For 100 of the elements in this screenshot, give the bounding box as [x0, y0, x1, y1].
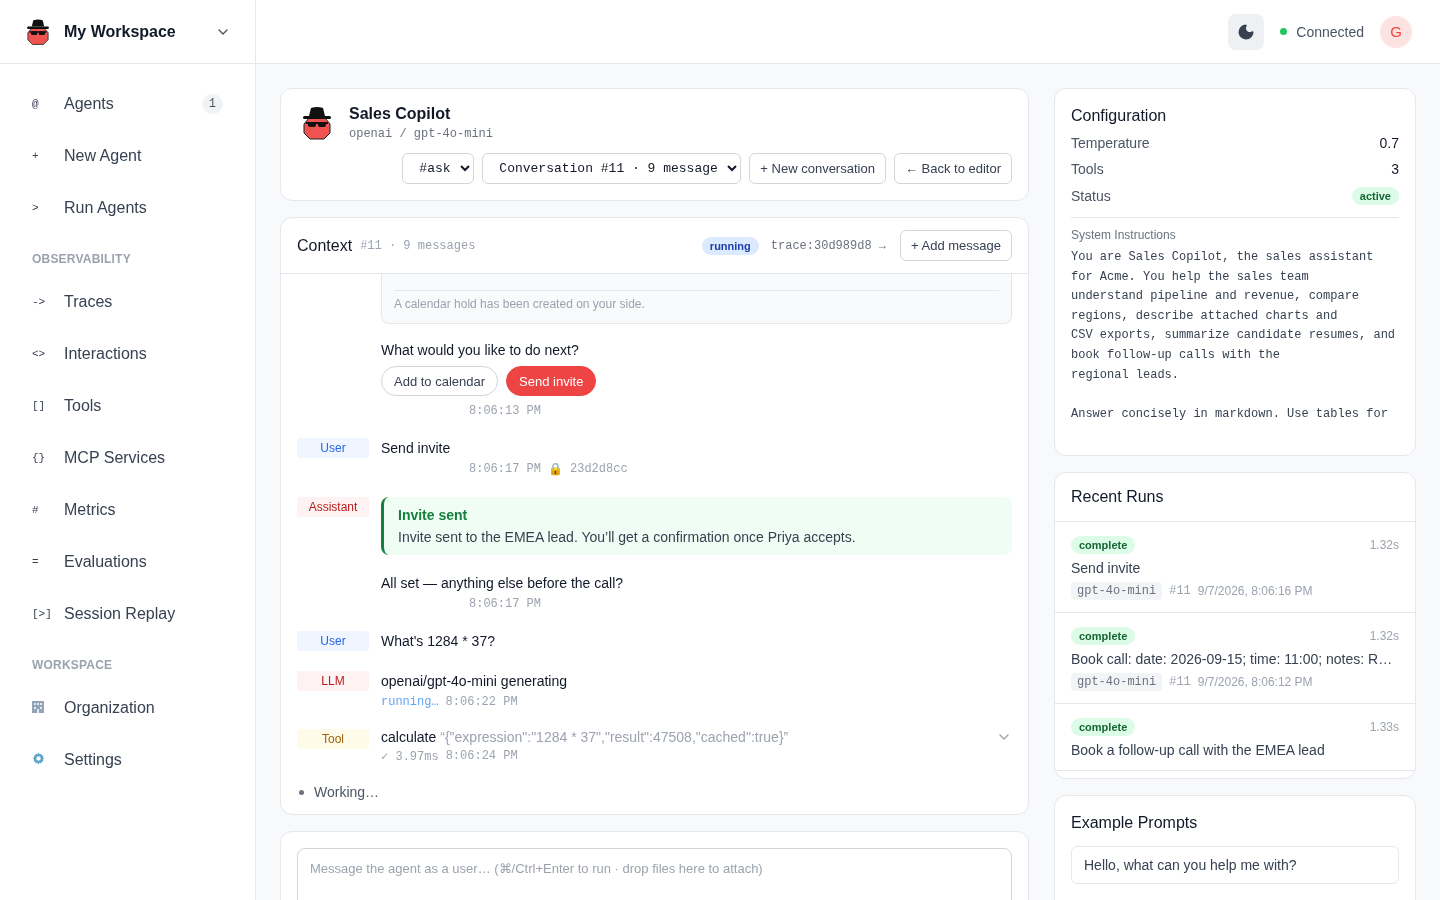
agent-name: Sales Copilot: [349, 105, 452, 123]
sidebar-item[interactable]: # Metrics: [16, 484, 239, 536]
tool-name: calculate: [381, 729, 437, 745]
run-duration: 1.32s: [1369, 629, 1399, 643]
tool-args: “{"expression":"1284 * 37","result":47508,"cached":true}”: [440, 729, 790, 745]
system-instructions: You are Sales Copilot, the sales assistant for Acme. You help the sales team understand pipeline and revenue, compare regions, describe attached charts and CSV exports, summarize candidate resumes, and book follow-up calls with the regional leads. Answer concisely in markdown. Use tables for: [1071, 249, 1397, 423]
status-badge: complete: [1071, 718, 1136, 736]
sidebar-item[interactable]: + New Agent: [16, 130, 239, 182]
nav-glyph-icon: >: [32, 202, 64, 214]
run-date: 9/7/2026, 8:06:12 PM: [1197, 675, 1313, 689]
nav-glyph-icon: <>: [32, 348, 64, 360]
role-tag: Assistant: [297, 497, 369, 517]
sidebar-item[interactable]: <> Interactions: [16, 328, 239, 380]
run-status: running…: [381, 695, 439, 709]
calendar-note: A calendar hold has been created on your side.: [394, 297, 646, 311]
status-badge: complete: [1071, 627, 1136, 645]
panel-title: Context: [297, 236, 353, 255]
config-label: Temperature: [1071, 135, 1150, 151]
message-time: 8:06:24 PM: [445, 749, 518, 764]
trace-link[interactable]: trace:30d989d8 →: [770, 238, 886, 253]
message-time: 8:06:13 PM: [469, 404, 541, 418]
callout-title: Invite sent: [398, 507, 469, 523]
callout-text: Invite sent to the EMEA lead. You’ll get a confirmation once Priya accepts.: [398, 529, 857, 545]
run-duration: 1.32s: [1369, 538, 1399, 552]
model-tag: gpt-4o-mini: [1071, 673, 1163, 691]
header-button[interactable]: ← Back to editor: [893, 153, 1012, 184]
message-input[interactable]: Message the agent as a user… (⌘/Ctrl+Enter to run · drop files here to attach): [297, 848, 1012, 900]
mode-select[interactable]: #ask: [402, 153, 475, 184]
run-item[interactable]: complete 1.33s Book a follow-up call with the EMEA lead: [1055, 704, 1415, 771]
run-conversation: #11: [1169, 584, 1191, 598]
count-badge: 1: [201, 94, 223, 114]
config-label: Tools: [1071, 161, 1104, 177]
card-title: Configuration: [1071, 107, 1168, 125]
add-message-button[interactable]: + Add message: [900, 230, 1012, 261]
run-item[interactable]: complete 1.32s Send invite gpt-4o-mini #11 9/7/2026, 8:06:16 PM: [1055, 522, 1415, 613]
card-title: Recent Runs: [1071, 488, 1164, 506]
theme-toggle-button[interactable]: [1228, 13, 1265, 50]
sidebar-item[interactable]: {} MCP Services: [16, 432, 239, 484]
gear-icon: [32, 752, 45, 765]
sidebar-item[interactable]: @ Agents 1: [16, 78, 239, 130]
nav-glyph-icon: #: [32, 504, 64, 516]
section-title: OBSERVABILITY: [31, 251, 132, 268]
sidebar-item[interactable]: = Evaluations: [16, 536, 239, 588]
run-status: ✓ 3.97ms: [381, 749, 439, 764]
card-title: Example Prompts: [1071, 814, 1199, 832]
config-value: 3: [1391, 161, 1399, 177]
conversation-select[interactable]: Conversation #11 · 9 message: [482, 153, 742, 184]
role-tag: LLM: [297, 671, 369, 691]
role-tag: User: [297, 438, 369, 458]
working-dot: [299, 789, 304, 795]
sidebar-item[interactable]: > Run Agents: [16, 182, 239, 234]
header-button[interactable]: + New conversation: [749, 153, 886, 184]
role-tag: Tool: [297, 729, 369, 749]
nav-glyph-icon: [>]: [32, 608, 64, 620]
run-title: Book call: date: 2026-09-15; time: 11:00; notes: R…: [1071, 651, 1394, 667]
action-button[interactable]: Add to calendar: [381, 366, 499, 396]
run-conversation: #11: [1169, 675, 1191, 689]
nav-glyph-icon: +: [32, 150, 64, 162]
run-date: 9/7/2026, 8:06:16 PM: [1197, 584, 1313, 598]
run-item[interactable]: complete 1.32s Book call: date: 2026-09-15; time: 11:00; notes: R… gpt-4o-mini #11 9/7/2026, 8:06:12 PM: [1055, 613, 1415, 704]
nav-glyph-icon: []: [32, 400, 64, 412]
message-time: 8:06:22 PM: [445, 695, 518, 709]
sidebar-item[interactable]: Settings: [16, 734, 239, 786]
nav-glyph-icon: @: [32, 98, 64, 110]
message-hash: 23d2d8cc: [570, 462, 628, 477]
hat-logo-icon: [24, 17, 52, 46]
status-badge: complete: [1071, 536, 1136, 554]
run-title: Send invite: [1071, 560, 1142, 576]
message-text: Send invite: [381, 439, 452, 458]
message-text: openai/gpt-4o-mini generating: [381, 672, 568, 691]
action-button[interactable]: Send invite: [506, 366, 597, 396]
model-tag: gpt-4o-mini: [1071, 582, 1163, 600]
instructions-label: System Instructions: [1071, 228, 1177, 242]
nav-glyph-icon: {}: [32, 452, 64, 464]
building-icon: [32, 700, 44, 713]
connection-status: Connected: [1280, 23, 1364, 40]
context-meta: #11 · 9 messages: [360, 238, 477, 253]
role-tag: User: [297, 631, 369, 651]
section-title: WORKSPACE: [31, 657, 114, 674]
config-label: Status: [1071, 188, 1111, 204]
sidebar-item[interactable]: [] Tools: [16, 380, 239, 432]
message-text: What's 1284 * 37?: [381, 632, 496, 651]
working-text: Working…: [314, 784, 380, 800]
agent-model: openai / gpt-4o-mini: [349, 127, 494, 141]
prompt-button[interactable]: Hello, what can you help me with?: [1071, 846, 1399, 884]
workspace-name: My Workspace: [64, 22, 177, 41]
sidebar-item[interactable]: [>] Session Replay: [16, 588, 239, 640]
nav-glyph-icon: =: [32, 556, 64, 568]
lock-icon: 🔒: [548, 462, 563, 477]
message-time: 8:06:17 PM: [469, 597, 541, 611]
message-text: What would you like to do next?: [381, 341, 580, 360]
sidebar-item[interactable]: Organization: [16, 682, 239, 734]
config-value: 0.7: [1379, 135, 1399, 151]
message-text: All set — anything else before the call?: [381, 574, 625, 593]
status-badge: running: [701, 236, 759, 255]
run-title: Book a follow-up call with the EMEA lead: [1071, 742, 1326, 758]
run-duration: 1.33s: [1369, 720, 1399, 734]
status-badge: active: [1351, 187, 1399, 205]
sidebar-item[interactable]: -> Traces: [16, 276, 239, 328]
moon-icon: [1237, 22, 1256, 41]
